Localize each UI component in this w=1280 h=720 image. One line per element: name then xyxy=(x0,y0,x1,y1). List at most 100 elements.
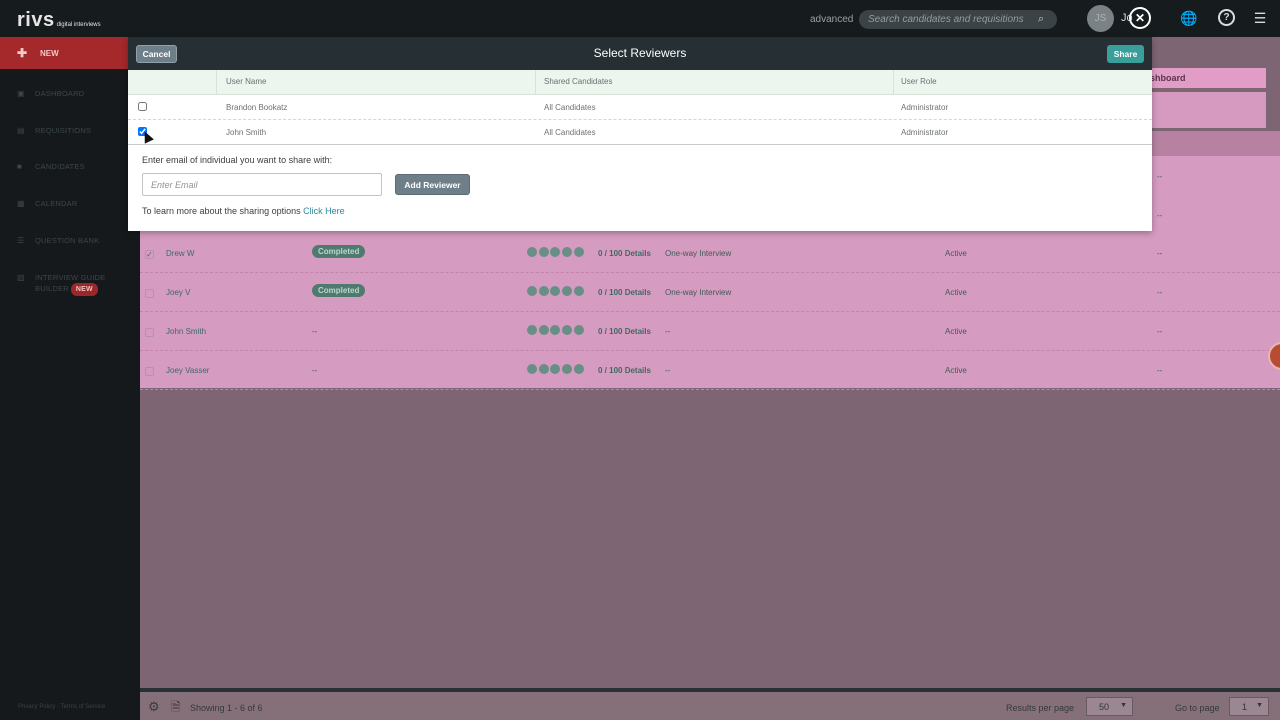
document-icon[interactable]: 🗎 xyxy=(171,698,181,719)
status-badge: Completed xyxy=(312,284,366,297)
interview-type: One-way Interview xyxy=(665,249,732,258)
table-cell: -- xyxy=(1157,249,1163,258)
reviewer-shared-candidates: All Candidates xyxy=(544,103,596,112)
row-checkbox[interactable] xyxy=(145,367,154,376)
table-cell: -- xyxy=(1157,172,1163,181)
column-divider xyxy=(216,70,217,95)
column-divider xyxy=(893,70,894,95)
rating-dots xyxy=(527,325,585,335)
candidate-name[interactable]: Joey Vasser xyxy=(166,366,209,375)
search-icon[interactable]: ⌕ xyxy=(1038,13,1050,25)
requisitions-icon: ▤ xyxy=(17,126,25,135)
globe-icon[interactable]: 🌐 xyxy=(1180,9,1198,27)
status-text: -- xyxy=(312,327,318,336)
reviewer-name: Brandon Bookatz xyxy=(226,103,288,112)
active-status: Active xyxy=(945,288,967,297)
interview-type: One-way Interview xyxy=(665,288,732,297)
score-link[interactable]: 0 / 100 Details xyxy=(598,366,651,375)
score-link[interactable]: 0 / 100 Details xyxy=(598,327,651,336)
table-cell: -- xyxy=(1157,366,1163,375)
table-row[interactable]: Joey V Completed 0 / 100 Details One-way… xyxy=(140,273,1280,312)
reviewers-table-header: User Name Shared Candidates User Role xyxy=(128,70,1152,95)
active-status: Active xyxy=(945,249,967,258)
table-cell: -- xyxy=(1157,288,1163,297)
reviewer-name: John Smith xyxy=(226,128,267,137)
close-icon[interactable]: ✕ xyxy=(1129,7,1151,29)
results-per-page-select[interactable]: 50 ▼ xyxy=(1086,697,1133,716)
row-checkbox[interactable]: ✓ xyxy=(145,250,154,259)
new-button[interactable]: ✚ NEW xyxy=(0,37,128,69)
top-bar: rivsdigital interviews advanced ⌕ JS Jo … xyxy=(0,0,1280,37)
email-share-label: Enter email of individual you want to sh… xyxy=(142,155,333,165)
table-row[interactable]: ✓ Drew W Completed 0 / 100 Details One-w… xyxy=(140,234,1280,273)
candidates-icon: ■ xyxy=(17,162,23,171)
calendar-icon: ▦ xyxy=(17,199,25,208)
column-header-shared-candidates[interactable]: Shared Candidates xyxy=(544,77,613,86)
rating-dots xyxy=(527,364,585,374)
candidate-name[interactable]: Joey V xyxy=(166,288,190,297)
interview-type: -- xyxy=(665,327,671,336)
bottom-bar: ⚙ 🗎 Showing 1 - 6 of 6 Results per page … xyxy=(140,688,1280,720)
chevron-down-icon: ▼ xyxy=(1120,702,1127,709)
dashboard-icon: ▣ xyxy=(17,89,25,98)
table-cell: -- xyxy=(1157,327,1163,336)
email-field[interactable] xyxy=(142,173,382,196)
active-status: Active xyxy=(945,327,967,336)
go-to-page-select[interactable]: 1 ▼ xyxy=(1229,697,1269,716)
column-divider xyxy=(535,70,536,95)
rating-dots xyxy=(527,286,585,296)
table-cell: -- xyxy=(1157,211,1163,220)
candidate-name[interactable]: Drew W xyxy=(166,249,194,258)
new-badge: NEW xyxy=(70,283,98,296)
go-to-page-label: Go to page xyxy=(1175,703,1220,713)
search-input[interactable] xyxy=(859,10,1057,29)
rivs-logo[interactable]: rivs digital interviews xyxy=(17,9,101,32)
share-button[interactable]: Share xyxy=(1107,45,1144,63)
reviewer-row[interactable]: Brandon Bookatz All Candidates Administr… xyxy=(128,95,1152,120)
reviewer-row[interactable]: John Smith All Candidates Administrator xyxy=(128,120,1152,145)
reviewer-shared-candidates: All Candidates xyxy=(544,128,596,137)
reviewer-role: Administrator xyxy=(901,128,949,137)
modal-header: Cancel Select Reviewers Share xyxy=(128,37,1152,70)
interview-guide-icon: ▧ xyxy=(17,273,25,282)
avatar[interactable]: JS xyxy=(1087,5,1114,32)
add-reviewer-button[interactable]: Add Reviewer xyxy=(395,174,470,195)
sidebar-item-dashboard[interactable]: ▣ DASHBOARD xyxy=(17,89,84,98)
column-header-user-role[interactable]: User Role xyxy=(901,77,937,86)
results-per-page-label: Results per page xyxy=(1006,703,1075,713)
results-count: Showing 1 - 6 of 6 xyxy=(190,703,263,713)
active-status: Active xyxy=(945,366,967,375)
footer-links[interactable]: Privacy Policy · Terms of Service xyxy=(18,704,105,710)
sidebar-item-interview-guide-builder[interactable]: ▧ INTERVIEW GUIDE BUILDER NEW xyxy=(17,272,105,296)
advanced-search-link[interactable]: advanced xyxy=(810,14,853,25)
rating-dots xyxy=(527,247,585,257)
new-document-icon: ✚ xyxy=(17,46,28,60)
divider xyxy=(128,144,1152,145)
reviewer-role: Administrator xyxy=(901,103,949,112)
status-badge: Completed xyxy=(312,245,366,258)
hamburger-menu-icon[interactable]: ☰ xyxy=(1251,9,1269,27)
question-bank-icon: ☰ xyxy=(17,236,25,245)
score-link[interactable]: 0 / 100 Details xyxy=(598,249,651,258)
column-header-user-name[interactable]: User Name xyxy=(226,77,266,86)
reviewer-checkbox[interactable] xyxy=(138,102,147,111)
click-here-link[interactable]: Click Here xyxy=(303,206,345,216)
gear-icon[interactable]: ⚙ xyxy=(148,699,160,715)
status-text: -- xyxy=(312,366,318,375)
interview-type: -- xyxy=(665,366,671,375)
sidebar-item-calendar[interactable]: ▦ CALENDAR xyxy=(17,199,77,208)
row-checkbox[interactable] xyxy=(145,328,154,337)
sidebar: ✚ NEW ▣ DASHBOARD ▤ REQUISITIONS ■ CANDIDAT… xyxy=(0,37,140,720)
score-link[interactable]: 0 / 100 Details xyxy=(598,288,651,297)
sidebar-item-candidates[interactable]: ■ CANDIDATES xyxy=(17,162,85,171)
sidebar-item-question-bank[interactable]: ☰ QUESTION BANK xyxy=(17,236,99,245)
modal-title: Select Reviewers xyxy=(593,46,687,60)
select-reviewers-modal: Cancel Select Reviewers Share User Name … xyxy=(128,37,1152,231)
chevron-down-icon: ▼ xyxy=(1256,702,1263,709)
row-checkbox[interactable] xyxy=(145,289,154,298)
candidate-name[interactable]: John Smith xyxy=(166,327,206,336)
sidebar-item-requisitions[interactable]: ▤ REQUISITIONS xyxy=(17,126,91,135)
table-row[interactable]: Joey Vasser -- 0 / 100 Details -- Active… xyxy=(140,351,1280,390)
table-row[interactable]: John Smith -- 0 / 100 Details -- Active … xyxy=(140,312,1280,351)
help-icon[interactable]: ? xyxy=(1218,9,1235,26)
